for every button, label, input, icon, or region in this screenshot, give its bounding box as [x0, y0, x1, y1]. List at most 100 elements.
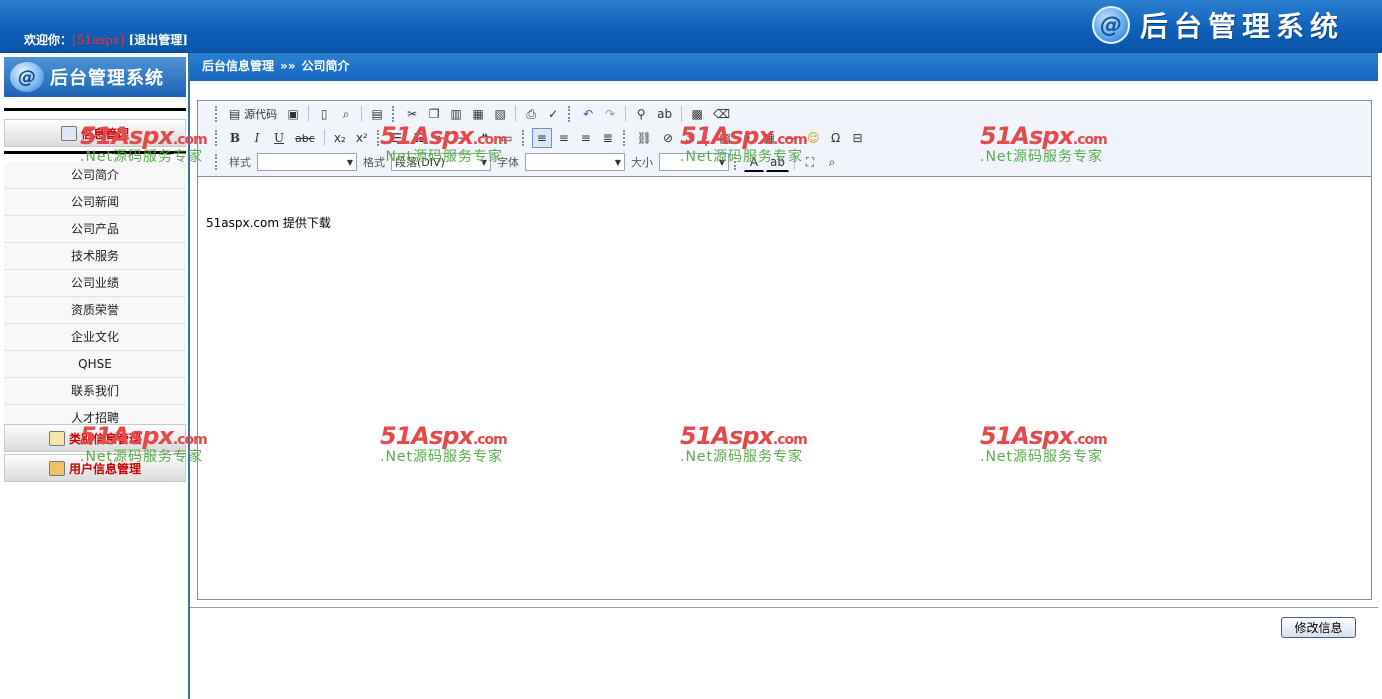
table-icon[interactable]: ▦: [759, 128, 779, 148]
rich-text-editor: ▤ 源代码 ▣ ▯ ⌕ ▤ ✂ ❐ ▥ ▦ ▧ ⎙ ✓ ↶ ↷ ⚲ ab ▩ ⌫…: [197, 100, 1372, 600]
strikethrough-icon[interactable]: abc: [291, 128, 319, 148]
chevron-down-icon: ▼: [480, 157, 487, 167]
toolbar-separator: [515, 106, 517, 122]
format-select[interactable]: 段落(DIV) ▼: [391, 153, 491, 171]
format-label: 格式: [363, 156, 385, 169]
toolbar-separator: [308, 106, 310, 122]
page-break-icon[interactable]: ⊟: [848, 128, 868, 148]
new-page-icon[interactable]: ▯: [314, 104, 334, 124]
image-icon[interactable]: ▨: [715, 128, 735, 148]
breadcrumb-current: 公司简介: [301, 59, 350, 73]
sidebar-logo-title: 后台管理系统: [50, 68, 164, 89]
italic-icon[interactable]: I: [247, 128, 267, 148]
sidebar-item-achievements[interactable]: 公司业绩: [4, 270, 186, 297]
sidebar-item-qhse[interactable]: QHSE: [4, 351, 186, 378]
link-icon[interactable]: ⛓: [633, 128, 656, 148]
sidebar-item-contact[interactable]: 联系我们: [4, 378, 186, 405]
toolbar-grip: [215, 154, 220, 170]
bullet-list-icon[interactable]: ☷: [409, 128, 429, 148]
source-button[interactable]: ▤ 源代码: [225, 104, 281, 124]
align-left-icon[interactable]: ≡: [531, 128, 552, 148]
unlink-icon[interactable]: ⊘: [658, 128, 678, 148]
sidebar-item-honors[interactable]: 资质荣誉: [4, 297, 186, 324]
blockquote-icon[interactable]: ❝: [475, 128, 495, 148]
templates-icon[interactable]: ▤: [367, 104, 387, 124]
source-label: 源代码: [244, 108, 278, 121]
div-icon[interactable]: ▭: [497, 128, 517, 148]
chevron-down-icon: ▼: [346, 157, 353, 167]
subscript-icon[interactable]: x₂: [330, 128, 350, 148]
paste-word-icon[interactable]: ▧: [490, 104, 510, 124]
sidebar-divider: [4, 151, 186, 154]
sidebar-item-company-intro[interactable]: 公司简介: [4, 162, 186, 189]
superscript-icon[interactable]: x²: [352, 128, 372, 148]
align-right-icon[interactable]: ≡: [576, 128, 596, 148]
copy-icon[interactable]: ❐: [424, 104, 444, 124]
breadcrumb-root: 后台信息管理: [202, 59, 275, 73]
smiley-icon[interactable]: ☺: [803, 128, 824, 148]
bold-icon[interactable]: B: [225, 128, 245, 148]
sidebar-item-culture[interactable]: 企业文化: [4, 324, 186, 351]
toolbar-row-1: ▤ 源代码 ▣ ▯ ⌕ ▤ ✂ ❐ ▥ ▦ ▧ ⎙ ✓ ↶ ↷ ⚲ ab ▩ ⌫: [212, 103, 734, 125]
sidebar-divider: [4, 108, 186, 111]
cut-icon[interactable]: ✂: [402, 104, 422, 124]
save-icon[interactable]: ▣: [283, 104, 303, 124]
horizontal-rule-icon[interactable]: ―: [781, 128, 801, 148]
section-label: 类别信息管理: [68, 431, 141, 446]
size-select[interactable]: ▼: [659, 153, 729, 171]
sidebar-logo-icon: @: [10, 62, 44, 92]
user-icon: [48, 460, 65, 476]
toolbar-separator: [361, 106, 363, 122]
toolbar-grip: [568, 106, 573, 122]
bg-color-icon[interactable]: ab: [766, 152, 789, 172]
preview-icon[interactable]: ⌕: [336, 104, 356, 124]
print-icon[interactable]: ⎙: [521, 104, 541, 124]
indent-icon[interactable]: ⇥: [453, 128, 473, 148]
toolbar-row-2: B I U abc x₂ x² ☰ ☷ ⇤ ⇥ ❝ ▭ ≡ ≡ ≡ ≣ ⛓ ⊘ …: [212, 127, 868, 149]
special-char-icon[interactable]: Ω: [826, 128, 846, 148]
style-label: 样式: [229, 156, 251, 169]
underline-icon[interactable]: U: [269, 128, 289, 148]
toolbar-separator: [681, 106, 683, 122]
sidebar-item-tech-service[interactable]: 技术服务: [4, 243, 186, 270]
find-icon[interactable]: ⚲: [631, 104, 651, 124]
editor-content[interactable]: 51aspx.com 提供下载: [206, 214, 331, 231]
nav-list: 公司简介 公司新闻 公司产品 技术服务 公司业绩 资质荣誉 企业文化 QHSE …: [4, 162, 186, 432]
paste-icon[interactable]: ▥: [446, 104, 466, 124]
section-label: 用户信息管理: [68, 461, 141, 476]
size-label: 大小: [631, 156, 653, 169]
section-label: 信息管理: [80, 126, 129, 141]
sidebar-logo: @ 后台管理系统: [4, 57, 186, 97]
modify-info-button[interactable]: 修改信息: [1281, 617, 1356, 638]
divider: [190, 607, 1378, 608]
text-color-icon[interactable]: A: [744, 152, 764, 172]
outdent-icon[interactable]: ⇤: [431, 128, 451, 148]
chevron-down-icon: ▼: [718, 157, 725, 167]
select-all-icon[interactable]: ▩: [687, 104, 707, 124]
align-center-icon[interactable]: ≡: [554, 128, 574, 148]
style-select[interactable]: ▼: [257, 153, 357, 171]
editor-toolbar: ▤ 源代码 ▣ ▯ ⌕ ▤ ✂ ❐ ▥ ▦ ▧ ⎙ ✓ ↶ ↷ ⚲ ab ▩ ⌫…: [198, 101, 1371, 177]
section-user-manage[interactable]: 用户信息管理: [4, 454, 186, 482]
anchor-icon[interactable]: ⚓: [680, 128, 700, 148]
numbered-list-icon[interactable]: ☰: [387, 128, 407, 148]
show-blocks-icon[interactable]: ⌕: [822, 152, 842, 172]
remove-format-icon[interactable]: ⌫: [709, 104, 734, 124]
toolbar-row-3: 样式 ▼ 格式 段落(DIV) ▼ 字体 ▼ 大小 ▼ A ab ⛶ ⌕: [212, 151, 842, 173]
replace-icon[interactable]: ab: [653, 104, 676, 124]
redo-icon[interactable]: ↷: [600, 104, 620, 124]
maximize-icon[interactable]: ⛶: [800, 152, 820, 172]
flash-icon[interactable]: ϟ: [737, 128, 757, 148]
sidebar-item-company-news[interactable]: 公司新闻: [4, 189, 186, 216]
align-justify-icon[interactable]: ≣: [598, 128, 618, 148]
sidebar-item-company-products[interactable]: 公司产品: [4, 216, 186, 243]
section-info-manage[interactable]: 信息管理: [4, 119, 186, 147]
undo-icon[interactable]: ↶: [578, 104, 598, 124]
paste-text-icon[interactable]: ▦: [468, 104, 488, 124]
section-category-manage[interactable]: 类别信息管理: [4, 424, 186, 452]
spellcheck-icon[interactable]: ✓: [543, 104, 563, 124]
toolbar-grip: [392, 106, 397, 122]
font-select[interactable]: ▼: [525, 153, 625, 171]
document-icon: [60, 125, 77, 141]
logout-link[interactable]: [退出管理]: [129, 33, 188, 47]
